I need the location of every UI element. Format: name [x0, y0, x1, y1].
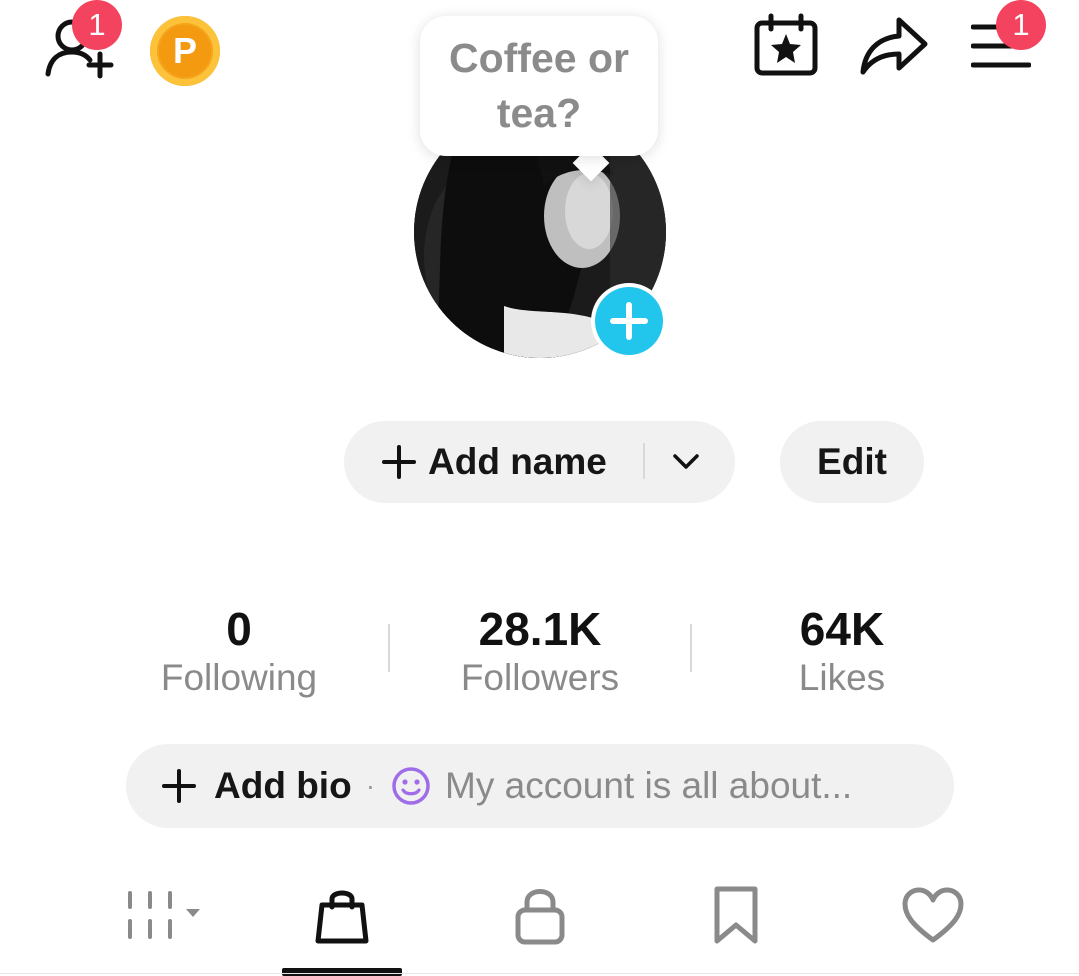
tab-bar-divider [0, 973, 1079, 974]
calendar-button[interactable] [752, 12, 820, 78]
tab-favorites[interactable] [696, 880, 776, 950]
edit-button[interactable]: Edit [780, 421, 924, 503]
active-tab-indicator [282, 968, 402, 976]
bubble-line-1: Coffee or [449, 35, 629, 81]
grid-icon [128, 891, 200, 939]
add-friend-badge: 1 [72, 0, 122, 50]
likes-label: Likes [798, 657, 886, 698]
bio-placeholder: My account is all about... [445, 765, 853, 806]
following-count: 0 [226, 603, 252, 655]
add-avatar-button[interactable] [591, 283, 667, 359]
stat-following[interactable]: 0 Following [89, 603, 389, 700]
name-divider [643, 443, 645, 479]
share-button[interactable] [856, 14, 930, 76]
add-bio-button[interactable]: Add bio · My account is all about... [126, 744, 954, 828]
bio-separator: · [365, 770, 376, 801]
smiley-icon [392, 767, 430, 805]
chevron-down-icon [673, 454, 699, 469]
followers-label: Followers [460, 657, 620, 698]
plus-icon [610, 302, 648, 340]
coin-button[interactable]: P [150, 16, 220, 86]
add-name-button[interactable]: Add name [344, 421, 735, 503]
plus-icon [162, 769, 196, 803]
following-label: Following [160, 657, 318, 698]
tab-private[interactable] [500, 880, 580, 950]
name-dropdown-toggle[interactable] [662, 441, 710, 483]
calendar-star-icon [754, 13, 818, 76]
heart-icon [902, 887, 964, 943]
bubble-line-2: tea? [496, 90, 582, 136]
likes-count: 64K [799, 603, 885, 655]
lock-icon [515, 889, 565, 945]
tab-shop[interactable] [302, 880, 382, 950]
status-bubble[interactable]: Coffee or tea? [420, 16, 658, 156]
add-name-label: Add name [428, 441, 607, 482]
stat-followers[interactable]: 28.1K Followers [390, 603, 690, 700]
tab-videos[interactable] [104, 880, 214, 950]
coin-icon: P [159, 25, 211, 77]
plus-icon [382, 445, 416, 479]
add-bio-label: Add bio [214, 765, 352, 806]
share-arrow-icon [860, 17, 928, 75]
tab-liked[interactable] [892, 880, 974, 950]
followers-count: 28.1K [478, 603, 602, 655]
bookmark-icon [714, 886, 758, 944]
menu-badge: 1 [996, 0, 1046, 50]
shopping-bag-icon [315, 890, 369, 944]
stat-likes[interactable]: 64K Likes [692, 603, 992, 700]
